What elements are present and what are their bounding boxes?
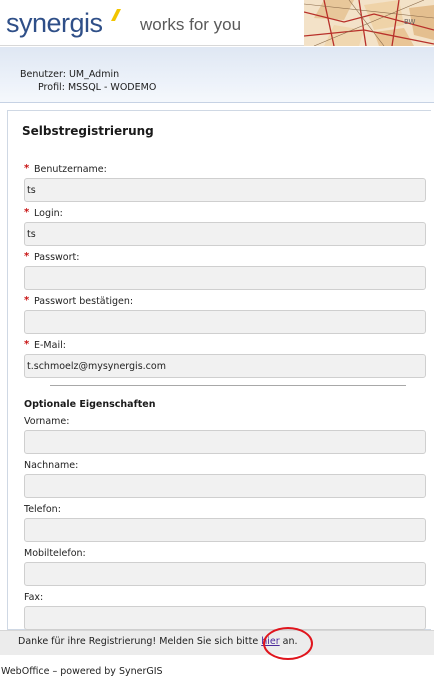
brand-tagline: works for you [140, 15, 242, 34]
username-label: Benutzername: [34, 164, 107, 175]
confirmation-text-end: an. [279, 636, 298, 647]
optional-section-title: Optionale Eigenschaften [24, 399, 156, 410]
fax-label: Fax: [24, 592, 44, 603]
profile-value: MSSQL - WODEMO [67, 82, 157, 93]
password-confirm-label: Passwort bestätigen: [34, 296, 134, 307]
user-row: Benutzer: UM_Admin [20, 69, 119, 80]
section-divider [50, 385, 406, 386]
profile-label: Profil: [38, 82, 65, 93]
required-marker: * [24, 207, 30, 218]
password-input[interactable] [24, 266, 426, 290]
user-value: UM_Admin [68, 69, 120, 80]
lastname-label: Nachname: [24, 460, 79, 471]
fax-input[interactable] [24, 606, 426, 630]
profile-row: Profil: MSSQL - WODEMO [38, 82, 156, 93]
brand-logo: synergis [6, 8, 103, 38]
required-marker: * [24, 295, 30, 306]
phone-input[interactable] [24, 518, 426, 542]
mobile-input[interactable] [24, 562, 426, 586]
phone-label: Telefon: [24, 504, 61, 515]
required-marker: * [24, 251, 30, 262]
firstname-label: Vorname: [24, 416, 70, 427]
login-label: Login: [34, 208, 63, 219]
email-input[interactable] [24, 354, 426, 378]
app-header: synergis works for you BW [0, 0, 434, 46]
password-confirm-input[interactable] [24, 310, 426, 334]
svg-text:BW: BW [404, 18, 416, 26]
confirmation-text: Danke für ihre Registrierung! Melden Sie… [18, 636, 262, 647]
user-label: Benutzer: [20, 69, 66, 80]
username-input[interactable] [24, 178, 426, 202]
lastname-input[interactable] [24, 474, 426, 498]
confirmation-message: Danke für ihre Registrierung! Melden Sie… [18, 636, 298, 647]
login-link[interactable]: hier [261, 636, 279, 647]
required-marker: * [24, 339, 30, 350]
form-title: Selbstregistrierung [22, 124, 154, 138]
mobile-label: Mobiltelefon: [24, 548, 86, 559]
required-marker: * [24, 163, 30, 174]
email-label: E-Mail: [34, 340, 66, 351]
password-label: Passwort: [34, 252, 80, 263]
logo-accent-icon [111, 9, 121, 21]
login-input[interactable] [24, 222, 426, 246]
powered-by-footer: WebOffice – powered by SynerGIS [1, 666, 163, 677]
firstname-input[interactable] [24, 430, 426, 454]
header-map-image: BW [304, 0, 434, 46]
